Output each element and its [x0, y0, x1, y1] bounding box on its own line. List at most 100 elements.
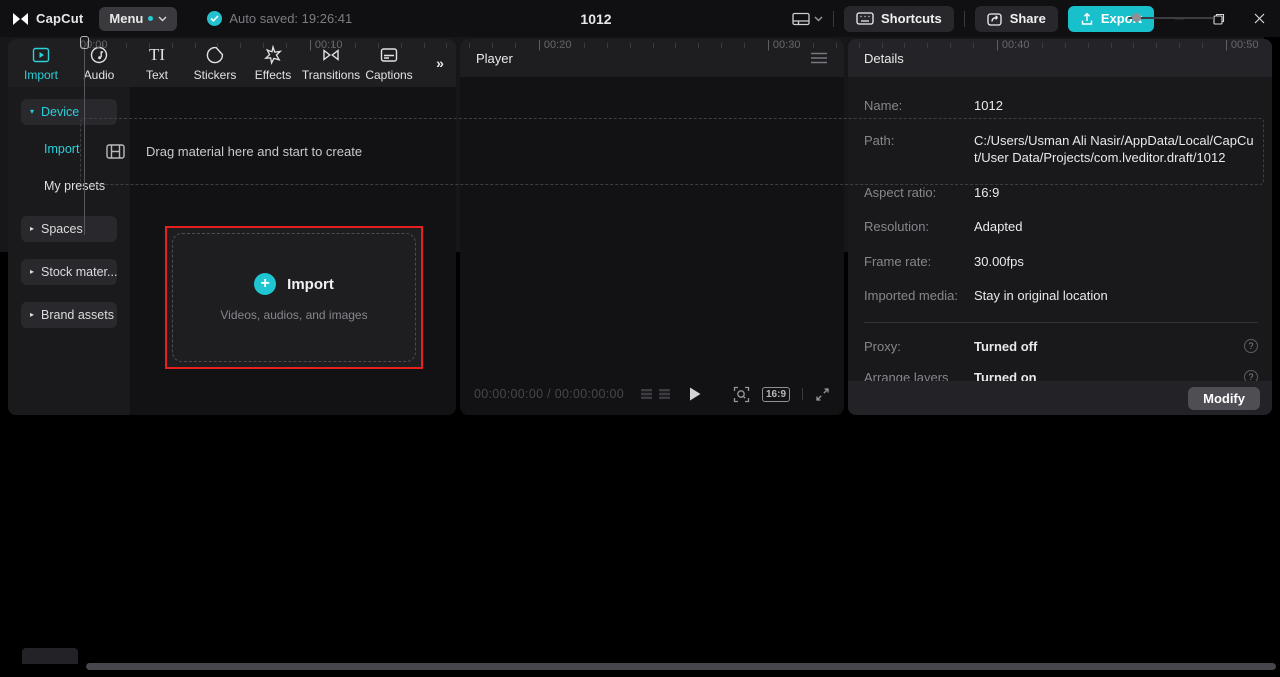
chevron-down-icon: [814, 16, 823, 22]
ruler-tick: [1110, 43, 1112, 48]
detail-row-aspect-ratio: Aspect ratio: 16:9: [864, 184, 1258, 202]
frame-forward-icon[interactable]: [658, 388, 671, 400]
ruler-tick: [446, 43, 448, 48]
timeline-zoom-slider[interactable]: [1128, 12, 1214, 23]
detail-value: 30.00fps: [974, 253, 1024, 269]
ruler-label: | 00:10: [309, 39, 343, 51]
import-card-title: Import: [287, 275, 334, 293]
project-title: 1012: [580, 10, 612, 27]
modify-button[interactable]: Modify: [1188, 386, 1260, 410]
ruler-tick: [744, 43, 746, 48]
sidebar-group-brand-assets[interactable]: ▸ Brand assets: [21, 302, 117, 328]
ruler-tick: [515, 43, 517, 48]
menu-notification-dot: [148, 16, 154, 21]
detail-label: Name:: [864, 98, 903, 113]
ruler-tick: [1202, 43, 1204, 48]
ruler-tick: [629, 43, 631, 48]
ruler-tick: [904, 43, 906, 48]
tab-label: Effects: [254, 67, 292, 82]
ruler-tick: [927, 43, 929, 48]
sidebar-group-label: Brand assets: [41, 308, 114, 322]
ruler-tick: [194, 43, 196, 48]
detail-value: Adapted: [974, 219, 1023, 235]
tab-label: Audio: [83, 67, 115, 82]
tab-label: Import: [23, 67, 58, 82]
ruler-tick: [560, 43, 562, 48]
shortcuts-button[interactable]: Shortcuts: [844, 5, 954, 32]
help-icon[interactable]: ?: [1244, 339, 1258, 354]
caret-right-icon: ▸: [30, 224, 35, 233]
shortcuts-label: Shortcuts: [881, 11, 942, 26]
ruler-tick: [1179, 43, 1181, 48]
ruler-tick: [812, 43, 814, 48]
sidebar-group-label: Device: [41, 105, 80, 119]
timeline-dropzone[interactable]: Drag material here and start to create: [80, 118, 1264, 185]
tab-label: Text: [145, 67, 168, 82]
sidebar-group-spaces[interactable]: ▸ Spaces: [21, 216, 117, 242]
frame-back-icon[interactable]: [640, 388, 653, 400]
ruler-label: | 00:30: [767, 39, 801, 51]
sidebar-group-label: Spaces: [41, 222, 83, 236]
ruler-tick: [583, 43, 585, 48]
ruler-tick: [606, 43, 608, 48]
slider-handle[interactable]: [1132, 12, 1141, 22]
current-timecode: 00:00:00:00: [474, 387, 544, 401]
window-close-button[interactable]: [1244, 0, 1274, 37]
ruler-tick: [789, 43, 791, 48]
app-logo: CapCut: [12, 11, 83, 26]
ruler-tick: [1041, 43, 1043, 48]
ruler-tick: [1247, 43, 1249, 48]
caret-right-icon: ▸: [30, 267, 35, 276]
share-label: Share: [1009, 11, 1046, 26]
ruler-tick: [492, 43, 494, 48]
share-icon: [987, 12, 1003, 26]
detail-row-proxy: Proxy: Turned off ?: [864, 339, 1258, 354]
sidebar-group-stock-materials[interactable]: ▸ Stock mater...: [21, 259, 117, 285]
aspect-ratio-button[interactable]: 16:9: [761, 386, 790, 402]
media-panel: Import Audio TI Text Stickers Effects Tr…: [8, 39, 456, 415]
autosave-text: Auto saved: 19:26:41: [229, 11, 353, 26]
ruler-tick: [354, 43, 356, 48]
import-dropzone-annotation: + Import Videos, audios, and images: [165, 226, 423, 369]
detail-value: 1012: [974, 98, 1003, 113]
fullscreen-icon[interactable]: [815, 387, 830, 402]
menu-button[interactable]: Menu: [99, 6, 178, 31]
preview-focus-icon[interactable]: [733, 386, 750, 403]
share-button[interactable]: Share: [974, 5, 1058, 32]
menu-label: Menu: [109, 11, 144, 26]
export-icon: [1080, 12, 1094, 26]
import-dropzone[interactable]: + Import Videos, audios, and images: [172, 233, 416, 362]
playhead-handle[interactable]: [80, 36, 89, 49]
ruler-tick: [652, 43, 654, 48]
ruler-tick: [721, 43, 723, 48]
ruler-tick: [881, 43, 883, 48]
total-timecode: 00:00:00:00: [554, 387, 625, 401]
detail-value: Turned off: [974, 338, 1038, 354]
tab-import[interactable]: Import: [12, 39, 70, 87]
detail-row-frame-rate: Frame rate: 30.00fps: [864, 253, 1258, 271]
ruler-tick: [286, 43, 288, 48]
detail-row-name: Name: 1012: [864, 97, 1258, 115]
ruler-tick: [1087, 43, 1089, 48]
sidebar-group-label: Stock mater...: [41, 265, 118, 279]
detail-label: Proxy:: [864, 338, 901, 354]
ruler-tick: [423, 43, 425, 48]
dropzone-hint: Drag material here and start to create: [146, 144, 363, 159]
caret-down-icon: ▾: [30, 107, 35, 116]
ruler-tick: [1156, 43, 1158, 48]
play-button[interactable]: [689, 387, 701, 401]
ruler-label: | 00:50: [1225, 39, 1259, 51]
player-controls: 00:00:00:00 / 00:00:00:00 16:9: [460, 373, 844, 415]
timeline-ruler[interactable]: 00:00 | 00:10 | 00:20 | 00:30 | 00:40 | 00:50: [80, 35, 1276, 57]
playhead[interactable]: [80, 36, 89, 235]
divider: [864, 321, 1258, 323]
ruler-tick: [1064, 43, 1066, 48]
detail-label: Aspect ratio:: [864, 184, 937, 200]
ruler-tick: [125, 43, 127, 48]
divider: [963, 10, 965, 27]
layout-switcher-button[interactable]: [792, 12, 823, 26]
ruler-tick: [240, 43, 242, 48]
ruler-label: | 00:40: [996, 39, 1030, 51]
ruler-tick: [102, 43, 104, 48]
ruler-tick: [1133, 43, 1135, 48]
